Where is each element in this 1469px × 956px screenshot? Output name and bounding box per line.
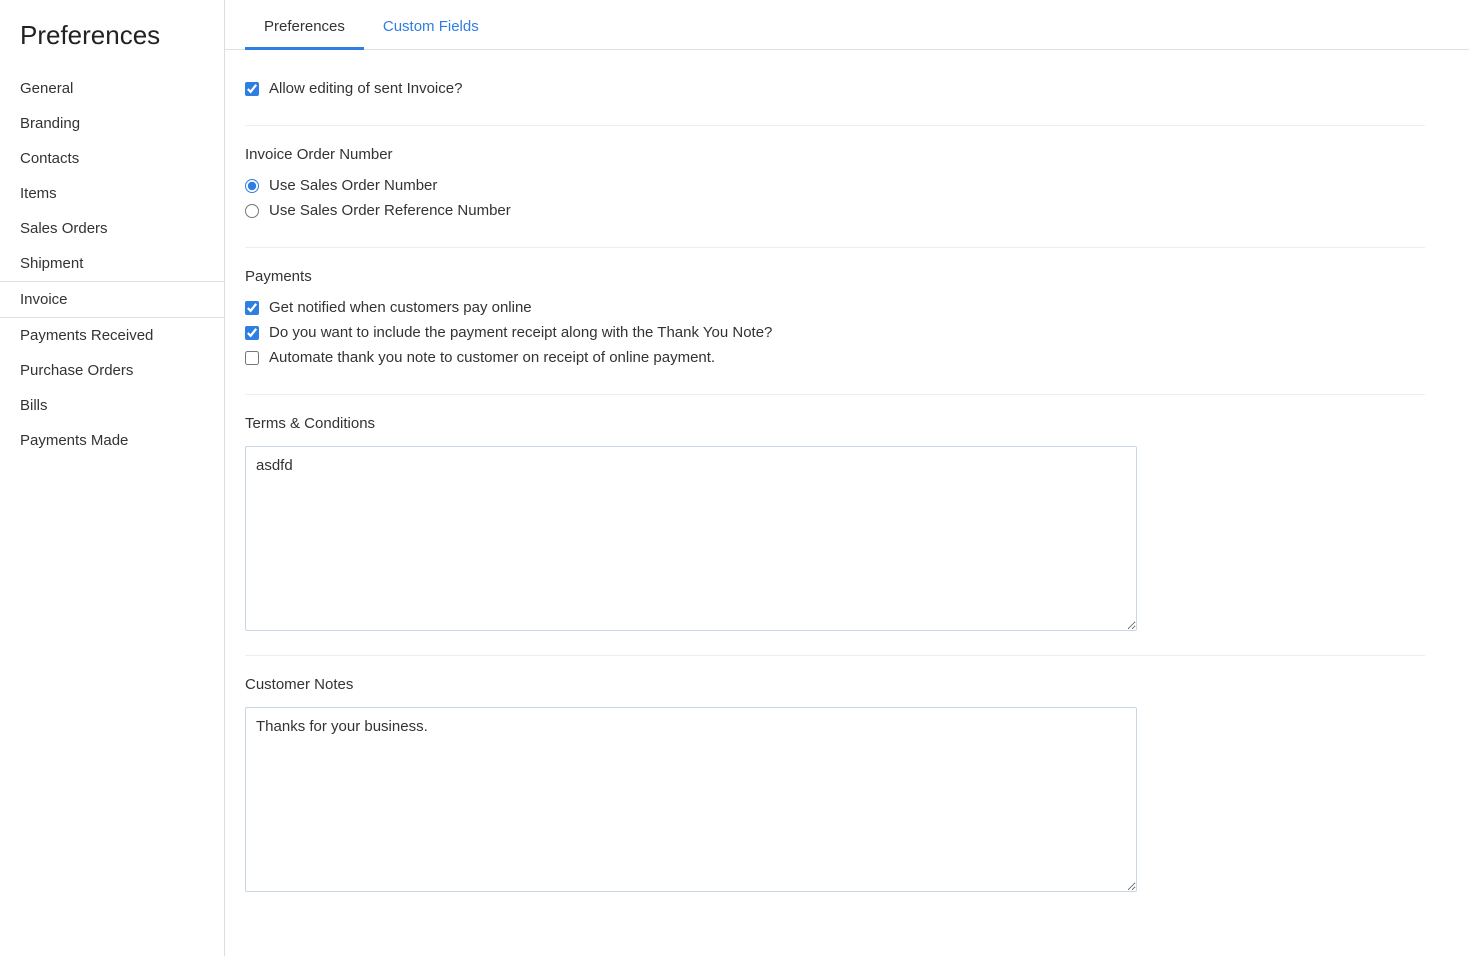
title-customer-notes: Customer Notes <box>245 676 1425 693</box>
sidebar-items: General Branding Contacts Items Sales Or… <box>0 71 224 458</box>
textarea-customer-notes[interactable] <box>245 707 1137 892</box>
preferences-sidebar: Preferences General Branding Contacts It… <box>0 0 225 956</box>
label-automate-thankyou[interactable]: Automate thank you note to customer on r… <box>269 349 715 366</box>
title-payments: Payments <box>245 268 1425 285</box>
label-use-sales-order-ref-number[interactable]: Use Sales Order Reference Number <box>269 202 511 219</box>
sidebar-item-purchase-orders[interactable]: Purchase Orders <box>0 353 224 388</box>
textarea-terms[interactable] <box>245 446 1137 631</box>
content-area: Allow editing of sent Invoice? Invoice O… <box>225 50 1445 906</box>
checkbox-include-receipt[interactable] <box>245 326 259 340</box>
sidebar-item-general[interactable]: General <box>0 71 224 106</box>
tab-custom-fields[interactable]: Custom Fields <box>364 0 498 49</box>
sidebar-item-items[interactable]: Items <box>0 176 224 211</box>
section-allow-editing: Allow editing of sent Invoice? <box>245 80 1425 126</box>
label-use-sales-order-number[interactable]: Use Sales Order Number <box>269 177 437 194</box>
sidebar-item-sales-orders[interactable]: Sales Orders <box>0 211 224 246</box>
tabs: Preferences Custom Fields <box>225 0 1469 50</box>
label-notify-pay-online[interactable]: Get notified when customers pay online <box>269 299 532 316</box>
sidebar-item-bills[interactable]: Bills <box>0 388 224 423</box>
label-allow-editing[interactable]: Allow editing of sent Invoice? <box>269 80 462 97</box>
sidebar-item-payments-received[interactable]: Payments Received <box>0 318 224 353</box>
main-content: Preferences Custom Fields Allow editing … <box>225 0 1469 956</box>
sidebar-item-contacts[interactable]: Contacts <box>0 141 224 176</box>
sidebar-item-payments-made[interactable]: Payments Made <box>0 423 224 458</box>
section-terms: Terms & Conditions <box>245 415 1425 656</box>
radio-use-sales-order-number[interactable] <box>245 179 259 193</box>
checkbox-allow-editing[interactable] <box>245 82 259 96</box>
section-customer-notes: Customer Notes <box>245 676 1425 906</box>
radio-use-sales-order-ref-number[interactable] <box>245 204 259 218</box>
sidebar-item-branding[interactable]: Branding <box>0 106 224 141</box>
sidebar-item-invoice[interactable]: Invoice <box>0 281 224 318</box>
tab-preferences[interactable]: Preferences <box>245 0 364 49</box>
checkbox-notify-pay-online[interactable] <box>245 301 259 315</box>
title-invoice-order: Invoice Order Number <box>245 146 1425 163</box>
section-invoice-order: Invoice Order Number Use Sales Order Num… <box>245 146 1425 248</box>
label-include-receipt[interactable]: Do you want to include the payment recei… <box>269 324 772 341</box>
section-payments: Payments Get notified when customers pay… <box>245 268 1425 395</box>
sidebar-title: Preferences <box>0 20 224 71</box>
checkbox-automate-thankyou[interactable] <box>245 351 259 365</box>
title-terms: Terms & Conditions <box>245 415 1425 432</box>
sidebar-item-shipment[interactable]: Shipment <box>0 246 224 281</box>
